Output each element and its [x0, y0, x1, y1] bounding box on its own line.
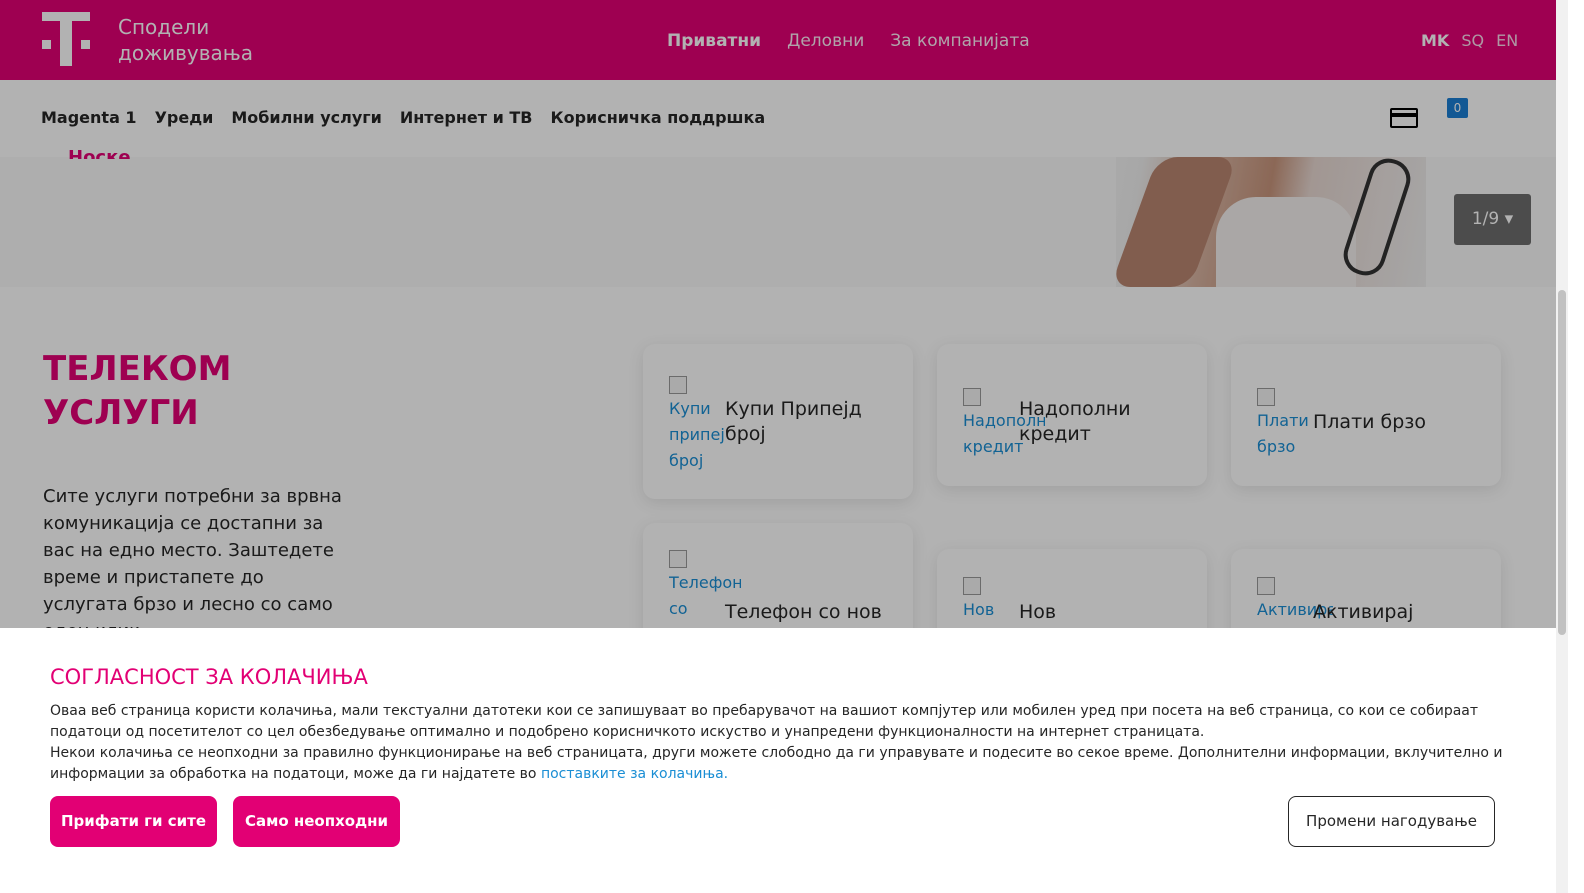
overlay-dim: [0, 80, 1556, 628]
cookie-text-paragraph-2: Некои колачиња се неопходни за правилно …: [50, 743, 1510, 785]
cookie-title: СОГЛАСНОСТ ЗА КОЛАЧИЊА: [50, 665, 368, 689]
necessary-only-button[interactable]: Само неопходни: [233, 796, 400, 847]
customize-settings-button[interactable]: Промени нагодување: [1288, 796, 1495, 847]
scrollbar-thumb[interactable]: [1558, 290, 1566, 635]
cookie-text-paragraph-2-body: Некои колачиња се неопходни за правилно …: [50, 745, 1503, 782]
accept-all-button[interactable]: Прифати ги сите: [50, 796, 217, 847]
overlay-dim-header: [0, 0, 1556, 80]
cookie-settings-link[interactable]: поставките за колачиња.: [541, 766, 728, 782]
cookie-text-paragraph-1: Оваа веб страница користи колачиња, мали…: [50, 703, 1479, 740]
cookie-text: Оваа веб страница користи колачиња, мали…: [50, 701, 1510, 785]
page: Сподели доживувања Приватни Деловни За к…: [0, 0, 1584, 893]
cookie-banner: СОГЛАСНОСТ ЗА КОЛАЧИЊА Оваа веб страница…: [0, 628, 1556, 893]
